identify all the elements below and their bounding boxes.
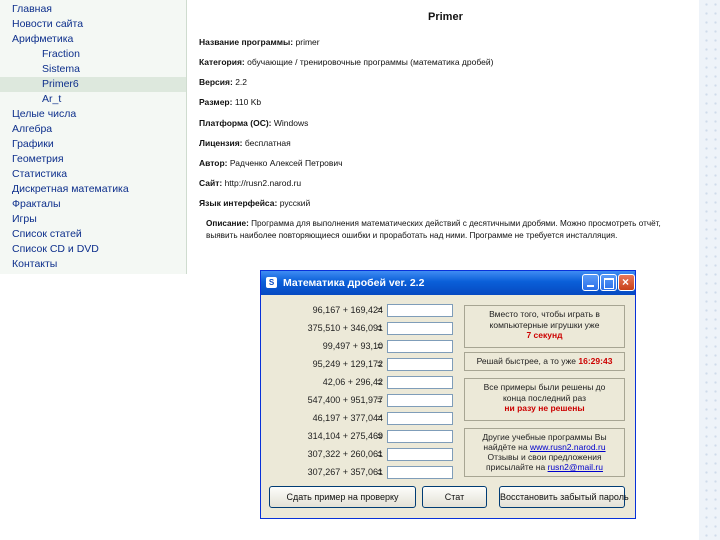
example-row: 307,322 + 260,061 =: [261, 447, 461, 464]
program-info: Primer Название программы: primer Катего…: [190, 0, 699, 270]
window-titlebar[interactable]: S Математика дробей ver. 2.2 ×: [261, 271, 635, 295]
answer-input[interactable]: [387, 358, 453, 371]
answer-input[interactable]: [387, 394, 453, 407]
window-title: Математика дробей ver. 2.2: [283, 277, 425, 289]
page-title: Primer: [428, 11, 463, 23]
app-icon: S: [266, 277, 277, 288]
sidebar-nav: Главная Новости сайта Арифметика Fractio…: [0, 0, 187, 274]
example-row: 42,06 + 296,42 =: [261, 375, 461, 392]
minimize-icon: [587, 285, 594, 287]
nav-item-graphs[interactable]: Графики: [0, 137, 186, 152]
example-row: 95,249 + 129,172 =: [261, 357, 461, 374]
maximize-icon: [604, 278, 614, 289]
field-name: Название программы: primer: [199, 37, 320, 47]
nav-item-ar-t[interactable]: Ar_t: [0, 92, 186, 107]
minimize-button[interactable]: [582, 274, 599, 291]
answer-input[interactable]: [387, 376, 453, 389]
answer-input[interactable]: [387, 322, 453, 335]
program-description: Описание: Программа для выполнения матем…: [206, 219, 661, 240]
restore-password-button[interactable]: Восстановить забытый пароль: [499, 486, 629, 508]
example-row: 547,400 + 951,977 =: [261, 393, 461, 410]
nav-item-games[interactable]: Игры: [0, 212, 186, 227]
example-row: 307,267 + 357,061 =: [261, 465, 461, 482]
field-version: Версия: 2.2: [199, 77, 248, 87]
answer-input[interactable]: [387, 340, 453, 353]
nav-item-cd-dvd[interactable]: Список CD и DVD: [0, 242, 186, 257]
nav-item-statistics[interactable]: Статистика: [0, 167, 186, 182]
nav-item-arithmetic[interactable]: Арифметика: [0, 32, 186, 47]
nav-item-primer6[interactable]: Primer6: [0, 77, 186, 92]
nav-item-discrete-math[interactable]: Дискретная математика: [0, 182, 186, 197]
links-panel: Другие учебные программы Вы найдёте на w…: [464, 428, 625, 477]
example-row: 314,104 + 275,469 =: [261, 429, 461, 446]
example-row: 375,510 + 346,091 =: [261, 321, 461, 338]
field-platform: Платформа (ОС): Windows: [199, 118, 309, 128]
answer-input[interactable]: [387, 412, 453, 425]
close-icon: ×: [622, 275, 630, 289]
stat-button[interactable]: Стат: [422, 486, 487, 508]
nav-item-algebra[interactable]: Алгебра: [0, 122, 186, 137]
field-category: Категория: обучающие / тренировочные про…: [199, 57, 494, 67]
clock-panel: Решай быстрее, а то уже 16:29:43: [464, 352, 625, 371]
field-size: Размер: 110 Kb: [199, 97, 262, 107]
nav-item-articles[interactable]: Список статей: [0, 227, 186, 242]
app-window: S Математика дробей ver. 2.2 × 96,167 + …: [260, 270, 636, 519]
nav-item-sistema[interactable]: Sistema: [0, 62, 186, 77]
answer-input[interactable]: [387, 430, 453, 443]
example-row: 46,197 + 377,044 =: [261, 411, 461, 428]
nav-item-fractals[interactable]: Фракталы: [0, 197, 186, 212]
nav-item-integers[interactable]: Целые числа: [0, 107, 186, 122]
clock-time: 16:29:43: [578, 356, 613, 366]
nav-item-home[interactable]: Главная: [0, 2, 186, 17]
nav-item-news[interactable]: Новости сайта: [0, 17, 186, 32]
field-language: Язык интерфейса: русский: [199, 198, 311, 208]
maximize-button[interactable]: [600, 274, 617, 291]
time-wasted-panel: Вместо того, чтобы играть в компьютерные…: [464, 305, 625, 348]
answer-input[interactable]: [387, 448, 453, 461]
example-row: 96,167 + 169,424 =: [261, 303, 461, 320]
example-row: 99,497 + 93,10 =: [261, 339, 461, 356]
field-site[interactable]: Сайт: http://rusn2.narod.ru: [199, 178, 301, 188]
last-result-panel: Все примеры были решены до конца последн…: [464, 378, 625, 421]
answer-input[interactable]: [387, 466, 453, 479]
nav-item-fraction[interactable]: Fraction: [0, 47, 186, 62]
field-license: Лицензия: бесплатная: [199, 138, 291, 148]
nav-item-geometry[interactable]: Геометрия: [0, 152, 186, 167]
email-link[interactable]: rusn2@mail.ru: [548, 462, 603, 472]
close-button[interactable]: ×: [618, 274, 635, 291]
last-result-status: ни разу не решены: [504, 403, 585, 413]
field-author: Автор: Радченко Алексей Петрович: [199, 158, 343, 168]
answer-input[interactable]: [387, 304, 453, 317]
elapsed-seconds: 7 секунд: [526, 330, 563, 340]
nav-item-contacts[interactable]: Контакты: [0, 257, 186, 272]
site-link[interactable]: www.rusn2.narod.ru: [530, 442, 606, 452]
submit-check-button[interactable]: Сдать пример на проверку: [269, 486, 416, 508]
